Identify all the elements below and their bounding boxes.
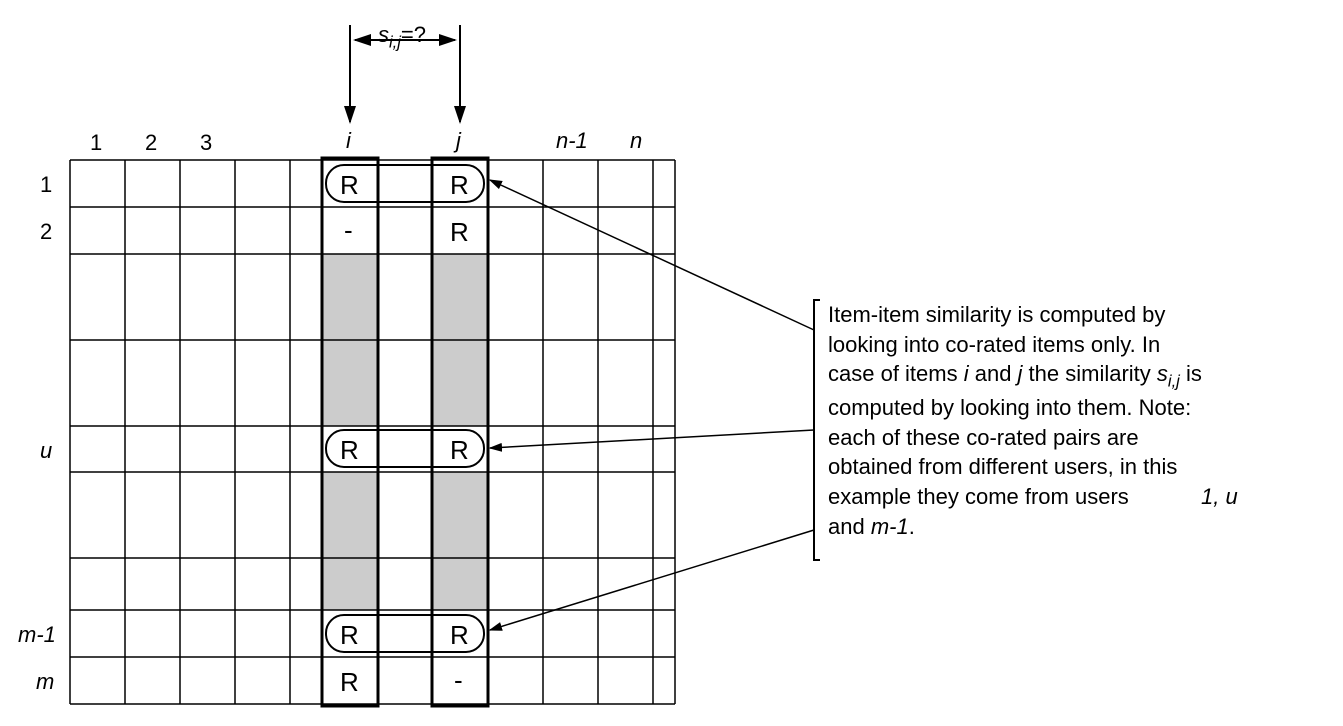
row-label-m-1: m-1 [18,622,56,648]
col-label-3: 3 [200,130,212,156]
annotation-line1: Item-item similarity is computed by [828,300,1318,330]
cell-rm-j: - [454,665,463,696]
annotation-line3: case of items i and j the similarity si,… [828,359,1318,393]
annotation-line4: computed by looking into them. Note: [828,393,1318,423]
row-label-u: u [40,438,52,464]
similarity-sub: i,j [389,33,401,51]
row-label-1: 1 [40,172,52,198]
cell-ru-i: R [340,435,359,466]
col-label-1: 1 [90,130,102,156]
annotation-line3b: and [969,361,1018,386]
annotation-line7: example they come from users 1, u [828,482,1318,512]
annotation-line5: each of these co-rated pairs are [828,423,1318,453]
annotation-line2: looking into co-rated items only. In [828,330,1318,360]
annotation-line8b: . [909,514,915,539]
annotation-line3-s: s [1157,361,1168,386]
cell-r2-i: - [344,215,353,246]
similarity-s: s [378,22,389,47]
similarity-question-label: si,j=? [378,22,426,52]
cell-rm1-j: R [450,620,469,651]
annotation-line8a: and [828,514,871,539]
col-label-n-1: n-1 [556,128,588,154]
cell-r1-j: R [450,170,469,201]
col-label-n: n [630,128,642,154]
similarity-eqq: =? [401,22,426,47]
annotation-line8: and m-1. [828,512,1318,542]
cell-r2-j: R [450,217,469,248]
cell-rm-i: R [340,667,359,698]
row-label-m: m [36,669,54,695]
col-label-j: j [456,128,461,154]
col-label-i: i [346,128,351,154]
cell-r1-i: R [340,170,359,201]
annotation-line8-m1: m-1 [871,514,909,539]
annotation-line7-users: 1, u [1201,484,1238,509]
annotation-line3c: the similarity [1022,361,1156,386]
annotation-line7a: example they come from users [828,484,1129,509]
col-label-2: 2 [145,130,157,156]
annotation-line6: obtained from different users, in this [828,452,1318,482]
cell-rm1-i: R [340,620,359,651]
annotation-line3-sub: i,j [1168,373,1180,391]
diagram-container: si,j=? 1 2 3 i j n-1 n 1 2 u m-1 m R R -… [0,0,1343,726]
annotation-line3d: is [1180,361,1202,386]
cell-ru-j: R [450,435,469,466]
annotation-text: Item-item similarity is computed by look… [828,300,1318,541]
annotation-line3a: case of items [828,361,964,386]
row-label-2: 2 [40,219,52,245]
